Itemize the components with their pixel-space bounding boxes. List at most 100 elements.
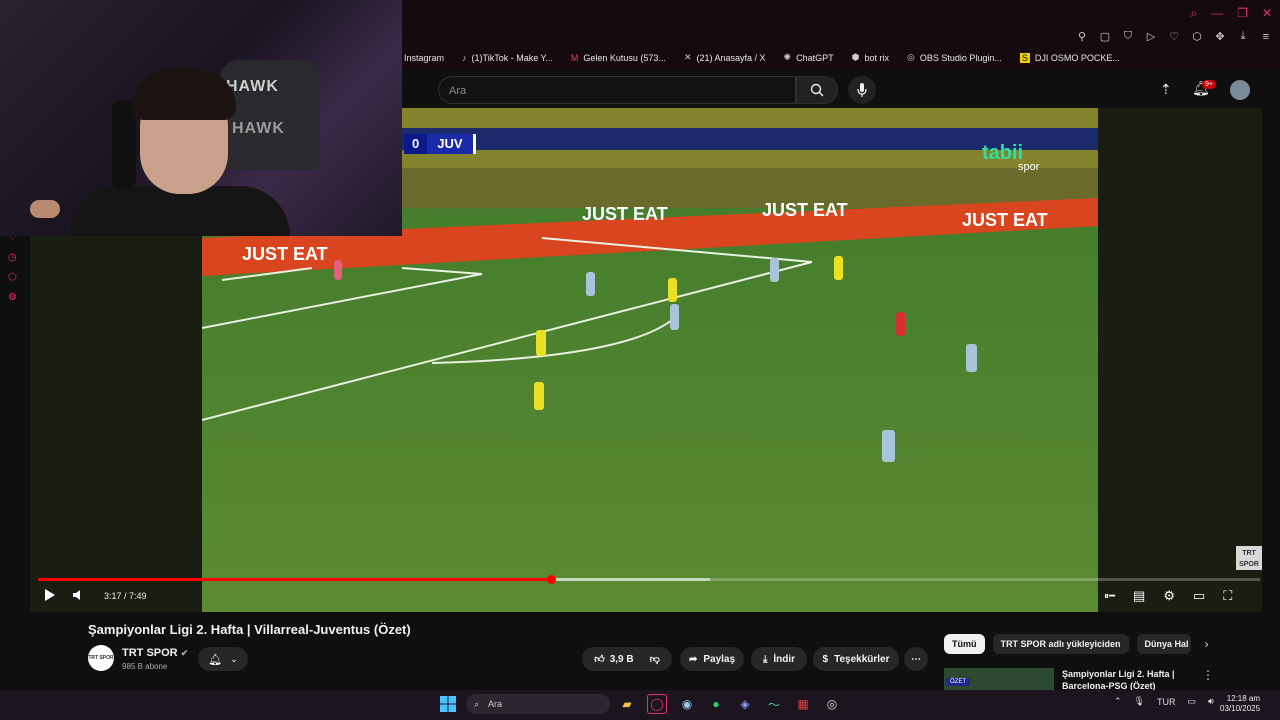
minimize-icon[interactable]: — [1211, 6, 1223, 21]
channel-avatar[interactable]: TRT SPOR [88, 645, 114, 671]
bookmark-gmail[interactable]: M Gelen Kutusu (573... [571, 53, 666, 63]
theater-mode-icon[interactable]: ▭ [1193, 588, 1205, 604]
notification-badge: 9+ [1202, 80, 1216, 89]
verified-icon: ✔ [180, 648, 189, 658]
tabii-sub: spor [1018, 161, 1040, 173]
gmail-icon: M [570, 52, 579, 63]
obs-icon[interactable]: ◎ [823, 695, 841, 713]
account-avatar[interactable] [1230, 80, 1250, 100]
more-horizontal-icon: ⋯ [911, 653, 921, 665]
streamer-hand [30, 200, 60, 218]
chip-all[interactable]: Tümü [944, 634, 985, 654]
bookmarks-bar: Instagram ♪ (1)TikTok - Make Y... M Gelen … [404, 52, 1120, 63]
streamer-hair [132, 68, 236, 120]
puzzle-icon[interactable]: ✥ [1214, 30, 1226, 43]
volume-icon[interactable] [72, 589, 86, 601]
chevron-down-icon: ⌄ [230, 653, 238, 664]
goalkeeper [334, 260, 342, 280]
heart-icon[interactable]: ♡ [1168, 30, 1180, 43]
microphone-icon[interactable]: 🎙︎ [1134, 696, 1145, 707]
history-icon[interactable]: ◷ [8, 252, 17, 263]
audio-app-icon[interactable]: 〜 [765, 695, 783, 713]
autoplay-toggle[interactable]: ⏸︎━ [1104, 591, 1115, 602]
microphone-icon [857, 83, 867, 97]
progress-played [38, 578, 552, 581]
video-title: Şampiyonlar Ligi 2. Hafta | Villarreal-J… [88, 622, 411, 637]
team-abbrev: JUV [427, 134, 476, 154]
thumbs-down-icon: 👎︎ [649, 654, 660, 665]
chip-from-channel[interactable]: TRT SPOR adlı yükleyiciden [992, 634, 1129, 654]
bookmark-instagram[interactable]: Instagram [404, 53, 444, 63]
window-app-icon[interactable]: ▦ [794, 695, 812, 713]
search-icon[interactable]: ⌕ [1190, 6, 1197, 21]
download-icon: ⤓ [762, 653, 768, 665]
extensions-icon[interactable]: ⬠ [8, 272, 17, 283]
taskbar-apps: ▰ ◯ ◉ ● ◈ 〜 ▦ ◎ [618, 694, 841, 714]
chevron-up-icon[interactable]: ⌃ [1114, 696, 1122, 707]
bookmark-dji[interactable]: S DJI OSMO POCKE... [1019, 52, 1120, 63]
dislike-button[interactable]: 👎︎ [650, 653, 660, 665]
recommendation-thumbnail[interactable]: ÖZET [944, 668, 1054, 690]
subtitles-icon[interactable]: ▤ [1133, 588, 1145, 604]
windows-start-icon[interactable] [440, 696, 456, 712]
taskbar-search[interactable]: ⌕ Ara [466, 694, 610, 714]
download-button[interactable]: ⤓ İndir [751, 647, 807, 671]
taskbar-clock[interactable]: 12:18 am 03/10/2025 [1220, 694, 1260, 714]
recommendation-chips: Tümü TRT SPOR adlı yükleyiciden Dünya Ha… [944, 634, 1209, 654]
referee [896, 312, 905, 336]
language-indicator[interactable]: TUR [1157, 697, 1176, 707]
thanks-button[interactable]: $ Teşekkürler [813, 647, 899, 671]
settings-icon[interactable]: ⚙ [1163, 588, 1175, 604]
search-input[interactable]: Ara [438, 76, 796, 104]
opera-gx-icon[interactable]: ◯ [647, 694, 667, 714]
bot-rix-icon: ⬢ [851, 52, 860, 62]
extension-bar: ⚲ ▢ ⛉ ▷ ♡ ⬡ ✥ ⤓ ≡ [1076, 30, 1272, 43]
channel-name[interactable]: TRT SPOR ✔ [122, 647, 188, 659]
obs-icon: ◎ [906, 52, 915, 62]
fullscreen-icon[interactable]: ⛶ [1223, 588, 1232, 604]
bookmark-bot-rix[interactable]: ⬢ bot rix [852, 52, 889, 63]
close-icon[interactable]: ✕ [1262, 6, 1272, 21]
tab-cube-icon[interactable]: ⬡ [1191, 30, 1203, 43]
play-icon[interactable]: ▷ [1145, 30, 1157, 43]
shield-icon[interactable]: ⛉ [1122, 30, 1134, 43]
voice-search-button[interactable] [848, 76, 876, 104]
spotify-icon[interactable]: ● [707, 695, 725, 713]
network-icon[interactable]: ▭ [1187, 696, 1196, 707]
discord-icon[interactable]: ◈ [736, 695, 754, 713]
more-actions-button[interactable]: ⋯ [904, 647, 928, 671]
play-icon[interactable] [44, 588, 56, 602]
file-explorer-icon[interactable]: ▰ [618, 695, 636, 713]
chevron-right-icon[interactable]: › [1205, 637, 1209, 651]
bookmark-obs[interactable]: ◎ OBS Studio Plugin... [907, 52, 1002, 63]
broadcaster-watermark: tabii spor [982, 142, 1039, 173]
player-controls-right: ⏸︎━ ▤ ⚙ ▭ ⛶ [1104, 588, 1232, 604]
restore-icon[interactable]: ❐ [1237, 6, 1248, 21]
share-button[interactable]: ➦ Paylaş [680, 647, 744, 671]
x-icon: ✕ [683, 52, 692, 62]
recommendation-title[interactable]: Şampiyonlar Ligi 2. Hafta | Barcelona-PS… [1062, 668, 1202, 692]
steam-icon[interactable]: ◉ [678, 695, 696, 713]
bookmark-chatgpt[interactable]: ✺ ChatGPT [784, 52, 834, 63]
bookmark-tiktok[interactable]: ♪ (1)TikTok - Make Y... [462, 53, 553, 63]
more-vertical-icon[interactable]: ⋮ [1202, 668, 1214, 682]
ad-board-text: JUST EAT [962, 210, 1048, 230]
chip-world[interactable]: Dünya Hal [1136, 634, 1191, 654]
speaker-icon[interactable]: 🔊︎ [1208, 696, 1214, 707]
webcam-overlay: HAWK HAWK [0, 0, 402, 236]
settings-icon[interactable]: ⚙ [8, 292, 17, 303]
score: 0 [404, 134, 428, 154]
upload-icon[interactable]: ⇡ [1160, 81, 1172, 98]
pin-icon[interactable]: ⚲ [1076, 30, 1088, 43]
bookmark-x[interactable]: ✕ (21) Anasayfa / X [684, 52, 766, 63]
trt-spor-watermark: TRT SPOR [1236, 546, 1262, 570]
ad-board-text: JUST EAT [762, 200, 848, 220]
notification-bell-button[interactable]: 🔔︎ ⌄ [198, 647, 248, 671]
menu-icon[interactable]: ≡ [1260, 31, 1272, 43]
download-icon[interactable]: ⤓ [1237, 30, 1249, 43]
search-icon [810, 83, 824, 97]
chatgpt-icon: ✺ [783, 52, 792, 62]
like-button[interactable]: 👍︎ 3,9 B [594, 653, 633, 666]
search-button[interactable] [796, 76, 838, 104]
snapshot-icon[interactable]: ▢ [1099, 30, 1111, 43]
